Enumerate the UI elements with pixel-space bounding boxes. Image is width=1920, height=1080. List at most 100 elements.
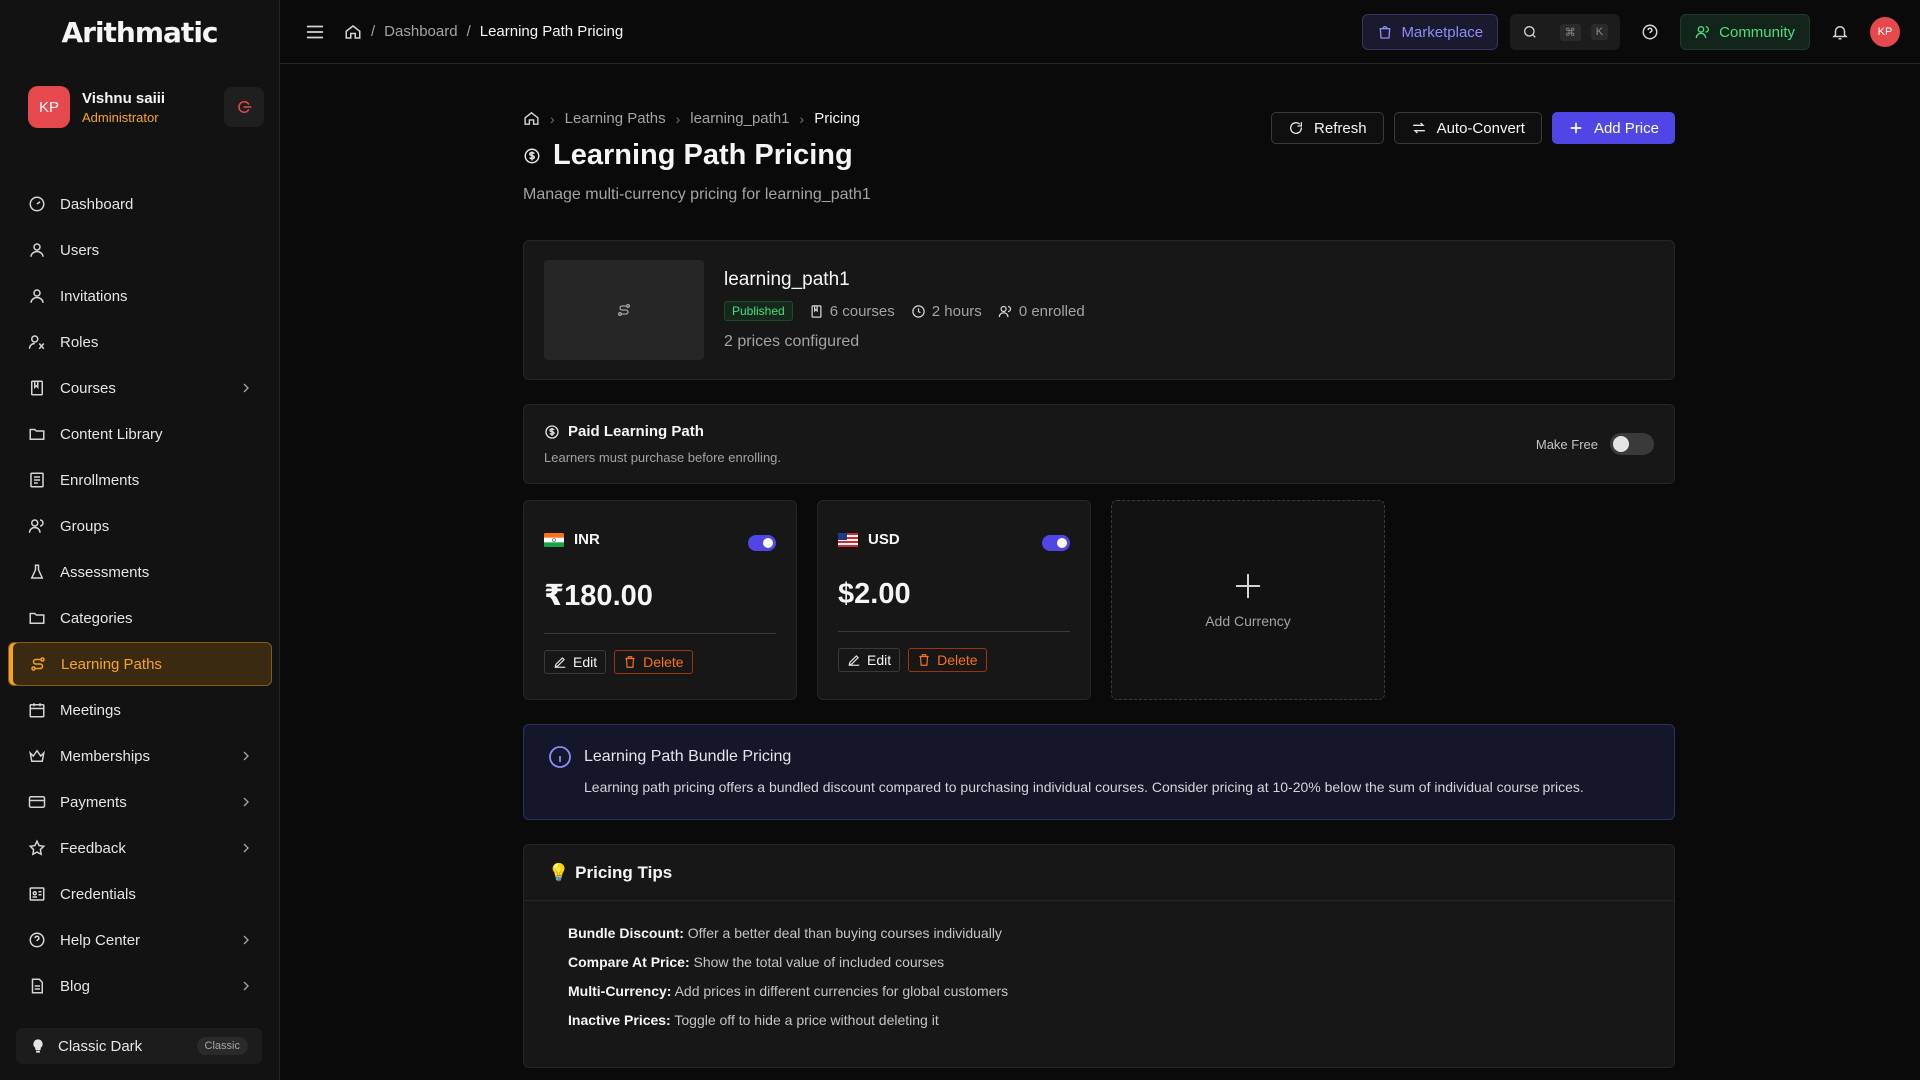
info-icon bbox=[549, 746, 571, 768]
notifications-button[interactable] bbox=[1822, 14, 1858, 50]
avatar[interactable]: KP bbox=[28, 86, 70, 128]
sidebar-item-roles[interactable]: Roles bbox=[8, 320, 272, 364]
sidebar-item-credentials[interactable]: Credentials bbox=[8, 872, 272, 916]
breadcrumb-separator: / bbox=[371, 23, 376, 40]
logout-button[interactable] bbox=[224, 87, 264, 127]
tip-text: Show the total value of included courses bbox=[693, 954, 945, 970]
chevron-right-icon bbox=[243, 935, 249, 945]
divider bbox=[838, 631, 1070, 632]
refresh-icon bbox=[1290, 122, 1303, 134]
bundle-title: Learning Path Bundle Pricing bbox=[584, 748, 792, 765]
pricing-tips-card: 💡 Pricing Tips Bundle Discount: Offer a … bbox=[523, 844, 1675, 1068]
sidebar-item-invitations[interactable]: Invitations bbox=[8, 274, 272, 318]
sidebar-item-label: Memberships bbox=[60, 747, 151, 765]
breadcrumb-learning-path[interactable]: learning_path1 bbox=[690, 110, 789, 127]
help-button[interactable] bbox=[1632, 14, 1668, 50]
clock-icon bbox=[912, 304, 925, 318]
edit-label: Edit bbox=[573, 654, 598, 670]
edit-price-button[interactable]: Edit bbox=[544, 650, 607, 674]
courses-count: 6 courses bbox=[809, 303, 895, 320]
marketplace-button[interactable]: Marketplace bbox=[1362, 14, 1499, 50]
sidebar-item-blog[interactable]: Blog bbox=[8, 964, 272, 1008]
sidebar-item-label: Help Center bbox=[60, 931, 141, 949]
page-title: Learning Path Pricing bbox=[553, 139, 853, 171]
swap-icon bbox=[1412, 122, 1425, 134]
price-active-toggle[interactable] bbox=[1042, 535, 1070, 551]
auto-convert-button[interactable]: Auto-Convert bbox=[1393, 112, 1542, 144]
delete-price-button[interactable]: Delete bbox=[908, 648, 987, 672]
community-button[interactable]: Community bbox=[1680, 14, 1810, 50]
path-thumbnail bbox=[544, 260, 704, 360]
chevron-right-icon bbox=[243, 383, 249, 393]
help-icon bbox=[29, 932, 45, 948]
sidebar-item-categories[interactable]: Categories bbox=[8, 596, 272, 640]
tip-label: Compare At Price: bbox=[568, 954, 690, 970]
bundle-pricing-info: Learning Path Bundle Pricing Learning pa… bbox=[523, 724, 1675, 820]
home-icon[interactable] bbox=[344, 23, 362, 41]
chevron-right-icon: › bbox=[675, 110, 681, 127]
sidebar-item-memberships[interactable]: Memberships bbox=[8, 734, 272, 778]
refresh-button[interactable]: Refresh bbox=[1271, 112, 1384, 144]
theme-switcher[interactable]: Classic Dark Classic bbox=[16, 1028, 262, 1064]
group-icon bbox=[998, 305, 1011, 317]
calendar-icon bbox=[29, 703, 45, 718]
bell-icon bbox=[1832, 26, 1848, 40]
pencil-icon bbox=[554, 657, 566, 668]
sidebar-item-feedback[interactable]: Feedback bbox=[8, 826, 272, 870]
sidebar-item-payments[interactable]: Payments bbox=[8, 780, 272, 824]
price-active-toggle[interactable] bbox=[748, 535, 776, 551]
user-icon bbox=[30, 243, 44, 257]
sidebar-item-dashboard[interactable]: Dashboard bbox=[8, 182, 272, 226]
menu-icon[interactable] bbox=[304, 21, 326, 43]
chevron-right-icon bbox=[243, 751, 249, 761]
sidebar-item-content-library[interactable]: Content Library bbox=[8, 412, 272, 456]
sidebar-item-assessments[interactable]: Assessments bbox=[8, 550, 272, 594]
top-bar-actions: Marketplace ⌘ K Community KP bbox=[1362, 14, 1900, 50]
tip-label: Inactive Prices: bbox=[568, 1012, 671, 1028]
sidebar-item-groups[interactable]: Groups bbox=[8, 504, 272, 548]
price-card-usd: USD $2.00 Edit Delete bbox=[817, 500, 1091, 700]
sidebar-item-label: Users bbox=[60, 241, 100, 259]
refresh-label: Refresh bbox=[1314, 119, 1367, 137]
sidebar-item-label: Learning Paths bbox=[61, 655, 162, 673]
credential-icon bbox=[29, 887, 45, 901]
sidebar-item-learning-paths[interactable]: Learning Paths bbox=[8, 642, 272, 686]
breadcrumb-dashboard[interactable]: Dashboard bbox=[384, 23, 457, 40]
flask-icon bbox=[30, 564, 44, 579]
chevron-right-icon: › bbox=[550, 110, 555, 127]
sidebar-item-meetings[interactable]: Meetings bbox=[8, 688, 272, 732]
sidebar-item-users[interactable]: Users bbox=[8, 228, 272, 272]
breadcrumb-learning-paths[interactable]: Learning Paths bbox=[565, 110, 666, 127]
sidebar-nav: Dashboard Users Invitations Roles Course… bbox=[8, 182, 272, 1010]
currency-code: USD bbox=[868, 531, 900, 548]
app-logo[interactable]: Arithmatic bbox=[0, 0, 279, 64]
lightbulb-icon: 💡 bbox=[548, 862, 570, 882]
sidebar-item-enrollments[interactable]: Enrollments bbox=[8, 458, 272, 502]
tip-item: Bundle Discount: Offer a better deal tha… bbox=[568, 925, 1674, 941]
avatar[interactable]: KP bbox=[1870, 17, 1900, 47]
book-icon bbox=[811, 304, 822, 318]
duration-label: 2 hours bbox=[931, 302, 982, 320]
edit-price-button[interactable]: Edit bbox=[838, 648, 901, 672]
sidebar-item-label: Payments bbox=[60, 793, 127, 811]
chevron-right-icon bbox=[243, 843, 249, 853]
search-button[interactable]: ⌘ K bbox=[1510, 14, 1621, 50]
us-flag-icon bbox=[838, 532, 858, 547]
add-price-button[interactable]: Add Price bbox=[1551, 112, 1675, 144]
add-currency-button[interactable]: Add Currency bbox=[1111, 500, 1385, 700]
community-icon bbox=[1695, 26, 1710, 39]
card-icon bbox=[28, 796, 46, 808]
delete-price-button[interactable]: Delete bbox=[614, 650, 693, 674]
sidebar-item-label: Feedback bbox=[60, 839, 126, 857]
list-icon bbox=[30, 472, 44, 488]
user-role: Administrator bbox=[82, 109, 159, 125]
make-free-toggle[interactable] bbox=[1610, 433, 1654, 455]
tip-text: Add prices in different currencies for g… bbox=[674, 983, 1009, 999]
sidebar-item-help-center[interactable]: Help Center bbox=[8, 918, 272, 962]
search-icon bbox=[1524, 26, 1536, 38]
sidebar-item-courses[interactable]: Courses bbox=[8, 366, 272, 410]
user-profile: KP Vishnu saiii Administrator bbox=[28, 86, 264, 128]
edit-label: Edit bbox=[867, 652, 892, 668]
price-amount: $2.00 bbox=[838, 578, 911, 610]
home-icon[interactable] bbox=[523, 110, 540, 127]
